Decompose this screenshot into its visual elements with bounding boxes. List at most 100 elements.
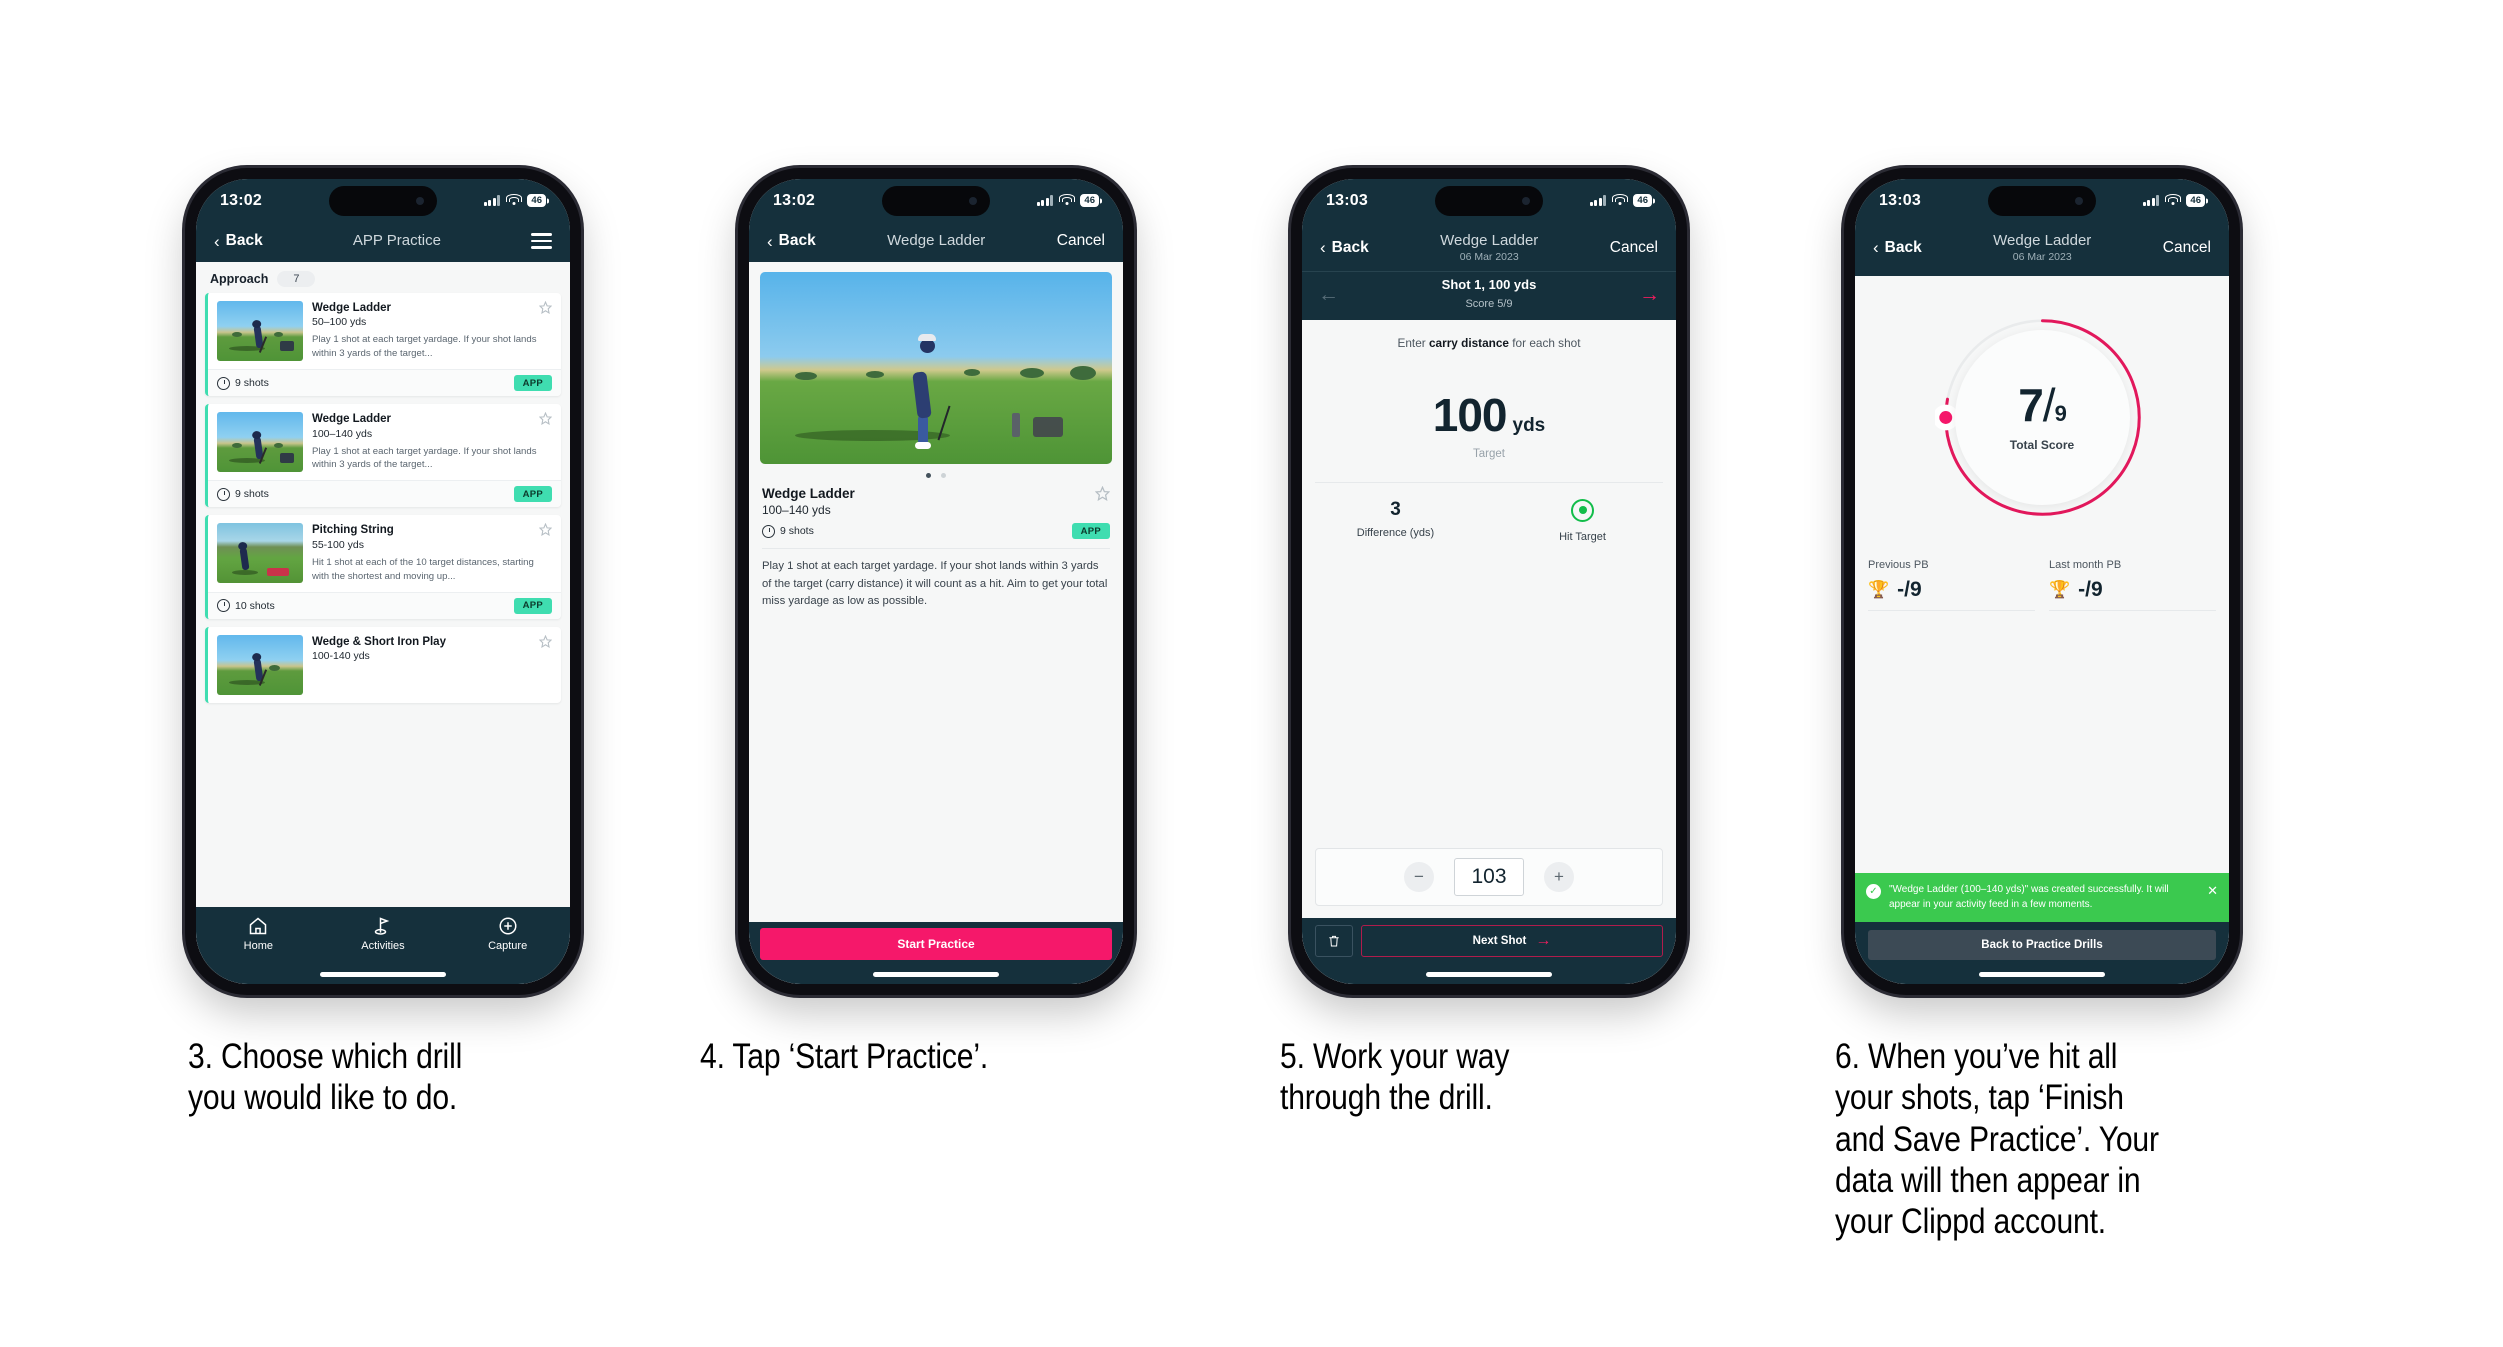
drill-card[interactable]: Pitching String 55-100 yds Hit 1 shot at…	[205, 515, 561, 619]
nav-bar: ‹ Back Wedge Ladder 06 Mar 2023 Cancel	[1855, 226, 2229, 276]
shot-label: Shot 1, 100 yds	[1441, 276, 1537, 292]
previous-shot-arrow-icon[interactable]: ←	[1318, 284, 1339, 305]
prompt-emphasis: carry distance	[1428, 335, 1509, 350]
check-circle-icon: ✓	[1866, 884, 1881, 899]
delete-shot-button[interactable]	[1315, 925, 1353, 957]
target-hit-icon	[1571, 498, 1594, 522]
page-title-text: Wedge Ladder	[1440, 232, 1539, 249]
category-badge: APP	[513, 597, 552, 614]
drill-card[interactable]: Wedge & Short Iron Play 100-140 yds	[205, 626, 561, 703]
chevron-left-icon: ‹	[767, 231, 773, 251]
drill-header: Wedge Ladder 100–140 yds 9 shots APP	[749, 478, 1123, 539]
cancel-button[interactable]: Cancel	[1057, 232, 1105, 250]
tab-label: Activities	[361, 940, 405, 952]
shots-count: 10 shots	[217, 599, 275, 613]
wifi-icon	[2164, 194, 2181, 206]
wifi-icon	[1058, 194, 1075, 206]
drill-card[interactable]: Wedge Ladder 100–140 yds Play 1 shot at …	[205, 404, 561, 508]
shots-count: 9 shots	[217, 487, 269, 501]
category-header: Approach 7	[196, 262, 570, 293]
next-shot-arrow-icon[interactable]: →	[1639, 284, 1660, 305]
drill-title: Pitching String	[312, 524, 394, 537]
start-practice-button[interactable]: Start Practice	[760, 928, 1112, 960]
wifi-icon	[505, 194, 522, 206]
tab-home[interactable]: Home	[197, 916, 320, 952]
tab-capture[interactable]: Capture	[446, 916, 569, 952]
favourite-star-icon[interactable]	[1095, 486, 1110, 501]
phone-mockup-4: 13:03 46 ‹ Back Wedge Ladder 06 Mar 2023…	[1844, 168, 2240, 995]
target-value: 100	[1432, 388, 1508, 441]
page-title: APP Practice	[352, 232, 441, 249]
prompt-pre: Enter	[1397, 335, 1429, 350]
phone-screen-1: 13:02 46 ‹ Back APP Practice Approach 7 …	[196, 179, 570, 984]
back-label: Back	[1884, 238, 1922, 256]
drill-thumbnail	[217, 412, 303, 473]
status-bar: 13:02 46	[196, 179, 570, 226]
back-button[interactable]: ‹ Back	[767, 232, 816, 250]
hamburger-icon[interactable]	[531, 233, 552, 249]
close-icon[interactable]: ✕	[2207, 884, 2218, 897]
drill-hero-image	[760, 272, 1112, 464]
next-shot-button[interactable]: Next Shot →	[1361, 925, 1663, 957]
battery-icon: 46	[2186, 193, 2205, 208]
favourite-star-icon[interactable]	[539, 301, 552, 314]
status-time: 13:03	[1326, 191, 1368, 209]
drill-description: Hit 1 shot at each of the 10 target dist…	[312, 556, 534, 582]
shot-stats: 3 Difference (yds) Hit Target	[1302, 498, 1676, 543]
category-count: 7	[277, 271, 316, 287]
back-label: Back	[778, 232, 816, 249]
home-indicator	[1426, 972, 1552, 977]
status-icons: 46	[1589, 193, 1652, 208]
phone-screen-2: 13:02 46 ‹ Back Wedge Ladder Cancel Wedg…	[749, 179, 1123, 984]
favourite-star-icon[interactable]	[539, 412, 552, 426]
drill-title: Wedge & Short Iron Play	[312, 635, 446, 648]
decrement-button[interactable]: −	[1404, 862, 1434, 892]
next-shot-label: Next Shot	[1472, 935, 1527, 947]
nav-bar: ‹ Back APP Practice	[196, 226, 570, 262]
cellular-signal-icon	[2142, 195, 2160, 206]
prompt-post: for each shot	[1509, 335, 1581, 350]
increment-button[interactable]: +	[1544, 862, 1574, 892]
drill-thumbnail	[217, 634, 303, 695]
cancel-button[interactable]: Cancel	[2163, 239, 2211, 257]
cancel-button[interactable]: Cancel	[1610, 239, 1658, 257]
card-top: Wedge Ladder 100–140 yds Play 1 shot at …	[208, 404, 561, 480]
caption-6: 6. When you’ve hit all your shots, tap ‘…	[1835, 1037, 2159, 1242]
clock-icon	[217, 487, 230, 501]
category-label: Approach	[210, 272, 269, 286]
status-bar: 13:03 46	[1302, 179, 1676, 226]
tab-activities[interactable]: Activities	[321, 916, 444, 952]
distance-input[interactable]: 103	[1454, 858, 1524, 896]
pb-value: -/9	[1897, 577, 1922, 601]
shots-label: 9 shots	[235, 377, 269, 390]
screen-body: Wedge Ladder 100–140 yds 9 shots APP Pla…	[749, 262, 1123, 984]
page-title: Wedge Ladder 06 Mar 2023	[1993, 232, 2091, 264]
card-footer: 10 shots APP	[208, 591, 561, 619]
phone-mockup-3: 13:03 46 ‹ Back Wedge Ladder 06 Mar 2023…	[1291, 168, 1687, 995]
shot-navigation-bar: ← Shot 1, 100 yds Score 5/9 →	[1302, 270, 1676, 320]
back-to-practice-drills-button[interactable]: Back to Practice Drills	[1868, 930, 2216, 960]
back-button[interactable]: ‹ Back	[1873, 239, 1922, 257]
back-button[interactable]: ‹ Back	[1320, 239, 1369, 257]
drill-yardage: 100–140 yds	[762, 503, 831, 517]
trash-icon	[1329, 935, 1339, 947]
favourite-star-icon[interactable]	[539, 523, 552, 537]
favourite-star-icon[interactable]	[539, 634, 552, 648]
target-unit: yds	[1512, 414, 1546, 436]
phone-screen-3: 13:03 46 ‹ Back Wedge Ladder 06 Mar 2023…	[1302, 179, 1676, 984]
drill-yardage: 100-140 yds	[312, 649, 370, 662]
category-badge: APP	[513, 375, 552, 392]
card-info: Wedge & Short Iron Play 100-140 yds	[312, 634, 552, 695]
clock-icon	[217, 599, 230, 613]
last-month-pb: Last month PB 🏆 -/9	[2049, 559, 2216, 611]
score-made: 7	[2018, 379, 2044, 432]
card-info: Wedge Ladder 50–100 yds Play 1 shot at e…	[312, 301, 552, 361]
status-bar: 13:03 46	[1855, 179, 2229, 226]
back-button[interactable]: ‹ Back	[214, 232, 263, 250]
caption-3: 3. Choose which drill you would like to …	[188, 1037, 463, 1118]
drill-title: Wedge Ladder	[312, 413, 392, 426]
status-bar: 13:02 46	[749, 179, 1123, 226]
arrow-right-icon: →	[1535, 932, 1552, 949]
drill-card[interactable]: Wedge Ladder 50–100 yds Play 1 shot at e…	[205, 293, 561, 397]
card-info: Pitching String 55-100 yds Hit 1 shot at…	[312, 523, 552, 583]
